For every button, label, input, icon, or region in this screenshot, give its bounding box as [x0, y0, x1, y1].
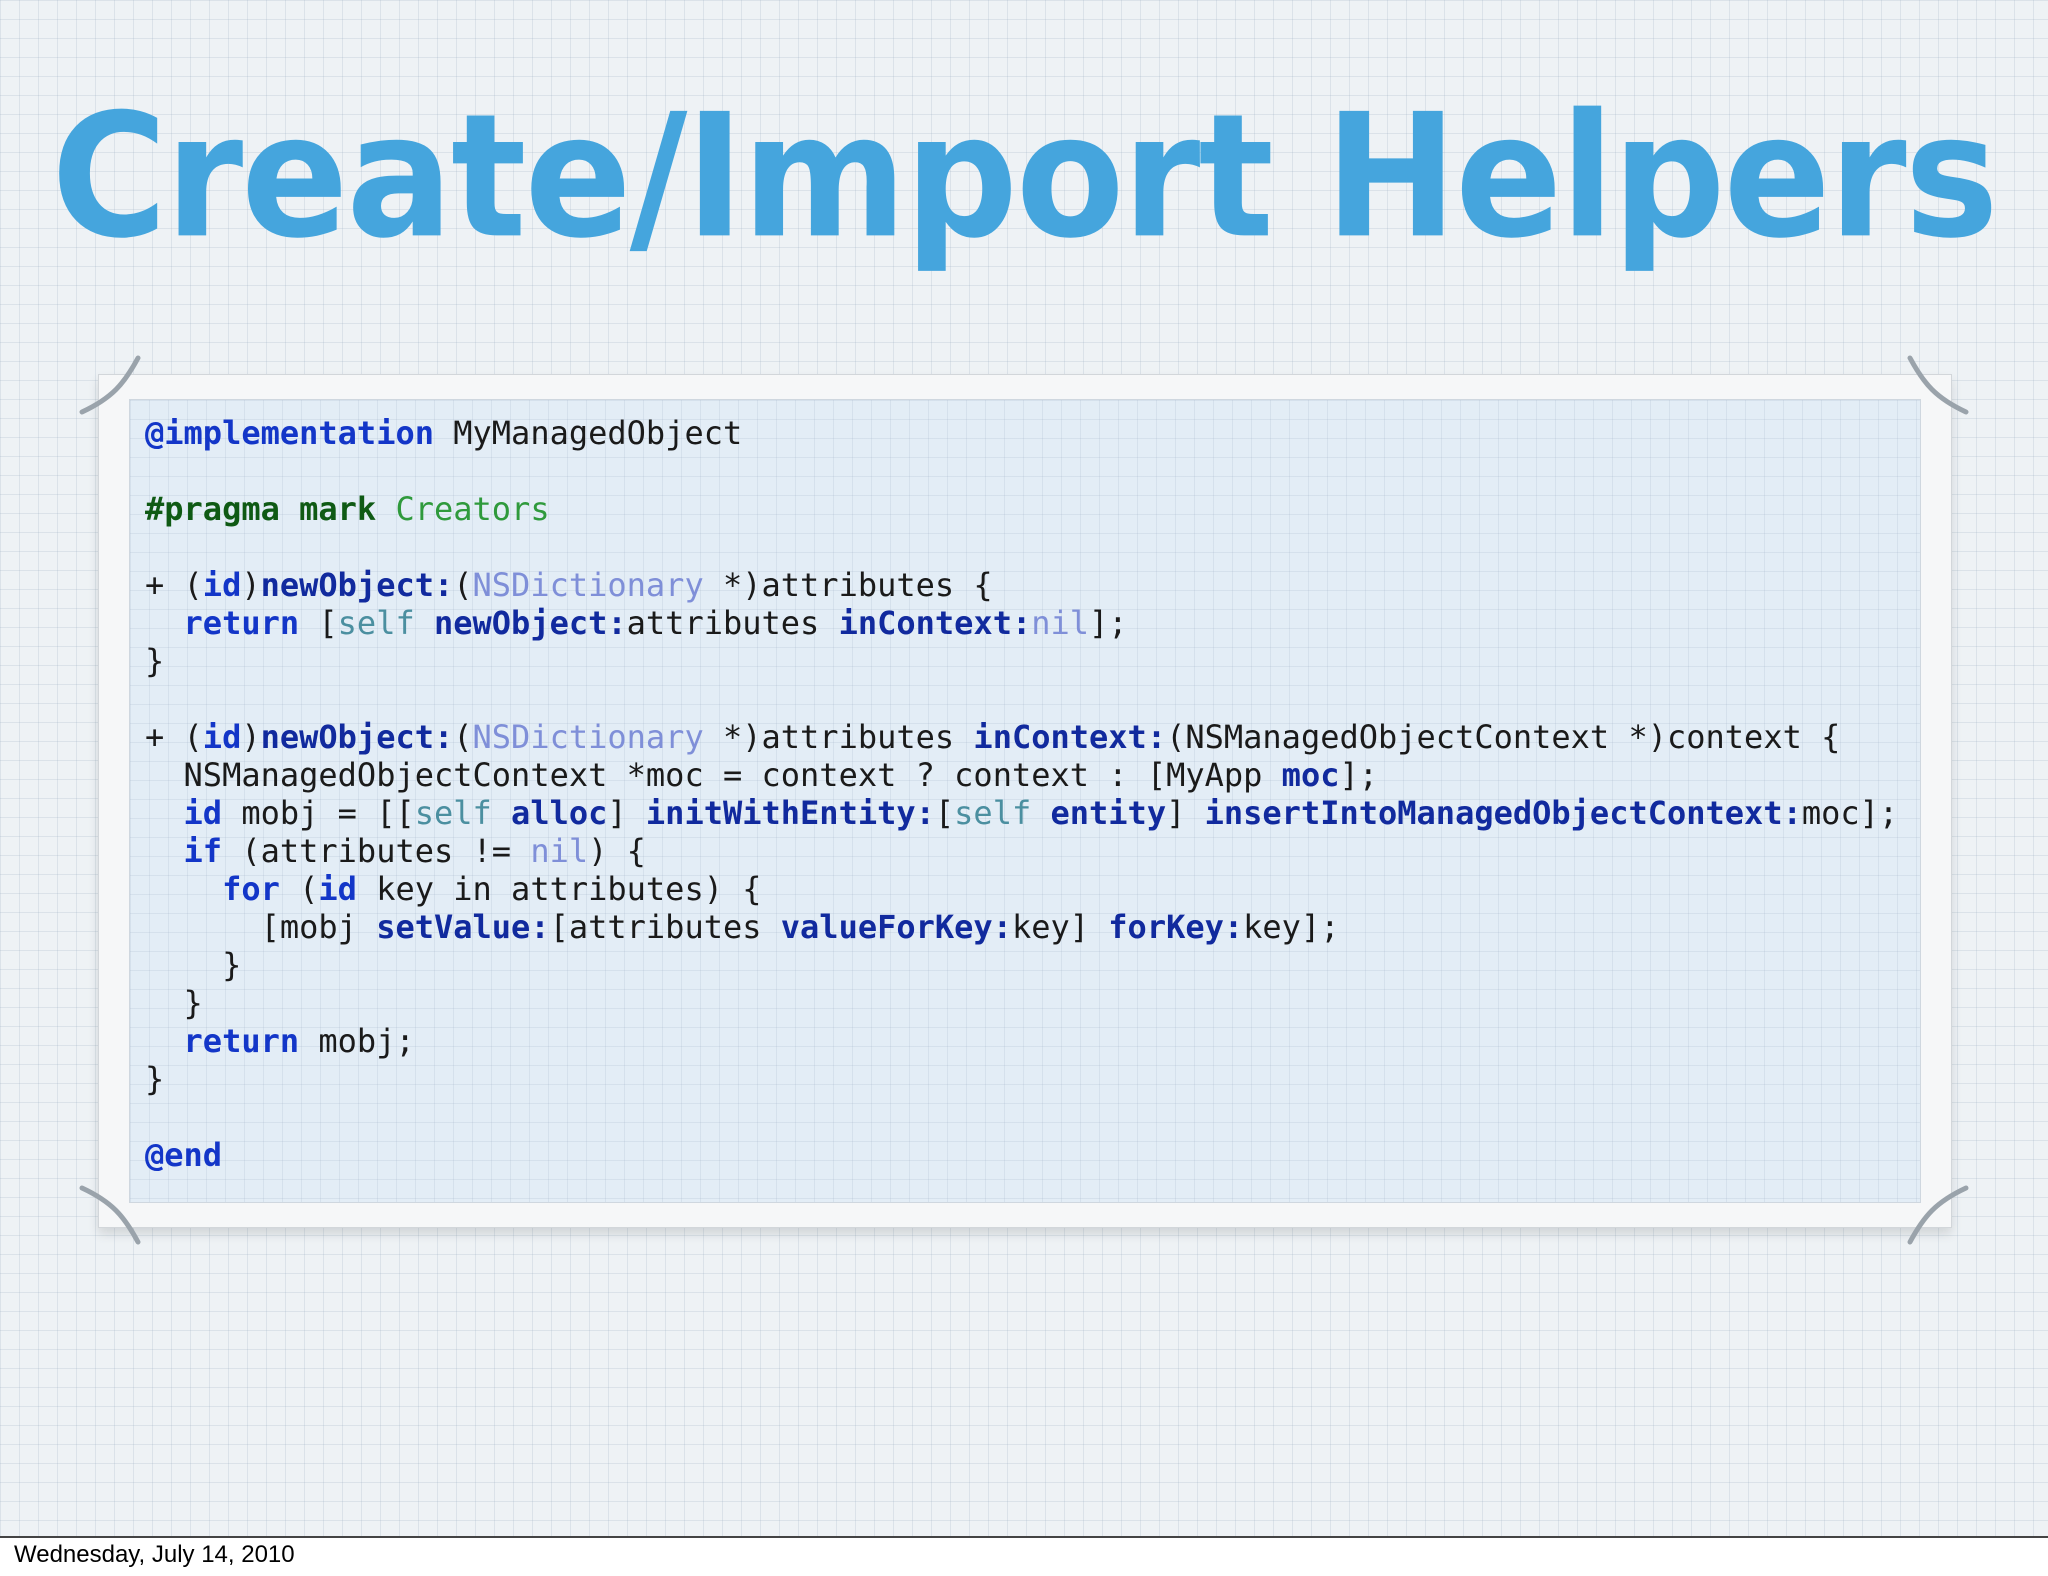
code-token: newObject:	[260, 566, 454, 604]
code-token: id	[202, 566, 242, 604]
code-token: *)attributes {	[703, 566, 993, 604]
code-token: for	[222, 870, 280, 908]
code-token: (	[453, 566, 473, 604]
code-token: }	[145, 946, 242, 984]
code-line: }	[145, 946, 1898, 984]
code-token: return	[183, 604, 300, 642]
code-token: forKey:	[1108, 908, 1244, 946]
code-token: inContext:	[973, 718, 1167, 756]
slide-title: Create/Import Helpers	[51, 77, 1998, 277]
code-token: }	[145, 1060, 165, 1098]
code-token: nil	[1031, 604, 1090, 642]
code-token: (	[279, 870, 319, 908]
code-line: + (id)newObject:(NSDictionary *)attribut…	[145, 718, 1898, 756]
code-token: ) {	[588, 832, 646, 870]
code-token: self	[414, 794, 492, 832]
code-token: + (	[145, 566, 203, 604]
code-line: + (id)newObject:(NSDictionary *)attribut…	[145, 566, 1898, 604]
code-token: mobj;	[299, 1022, 415, 1060]
code-token: ]	[1166, 794, 1205, 832]
code-token: moc];	[1801, 794, 1899, 832]
code-line: return mobj;	[145, 1022, 1898, 1060]
code-token: }	[145, 642, 165, 680]
code-token: moc	[1281, 756, 1340, 794]
code-token: key]	[1011, 908, 1109, 946]
slide: Create/Import Helpers @implementation My…	[0, 0, 2048, 1538]
code-line: for (id key in attributes) {	[145, 870, 1898, 908]
code-token: [	[299, 604, 338, 642]
code-token: nil	[530, 832, 589, 870]
code-token: Creators	[376, 490, 550, 528]
code-token: + (	[145, 718, 203, 756]
code-token: }	[145, 984, 203, 1022]
code-token: (attributes !=	[222, 832, 531, 870]
code-line: }	[145, 984, 1898, 1022]
code-line: @end	[145, 1136, 1898, 1174]
code-token: )	[241, 718, 261, 756]
code-line: return [self newObject:attributes inCont…	[145, 604, 1898, 642]
code-token: NSManagedObjectContext *moc = context ? …	[145, 756, 1282, 794]
code-token: [attributes	[549, 908, 781, 946]
code-token: [	[934, 794, 955, 832]
code-token: entity	[1050, 794, 1167, 832]
code-block: @implementation MyManagedObject #pragma m…	[145, 414, 1898, 1174]
code-token: id	[183, 794, 223, 832]
code-token: setValue:	[376, 908, 550, 946]
code-token: newObject:	[260, 718, 454, 756]
code-token: mobj = [[	[222, 794, 415, 832]
code-token: *)attributes	[703, 718, 974, 756]
code-line: [mobj setValue:[attributes valueForKey:k…	[145, 908, 1898, 946]
code-line: if (attributes != nil) {	[145, 832, 1898, 870]
code-token: alloc	[511, 794, 608, 832]
code-token: (	[453, 718, 473, 756]
code-token: inContext:	[838, 604, 1032, 642]
code-token: id	[318, 870, 357, 908]
code-token: id	[202, 718, 242, 756]
code-token: return	[183, 1022, 300, 1060]
code-token: (NSManagedObjectContext *)context {	[1166, 718, 1841, 756]
code-token: @end	[145, 1136, 223, 1174]
code-token: key in attributes) {	[356, 870, 762, 908]
code-line: @implementation MyManagedObject	[145, 414, 1898, 452]
code-line: NSManagedObjectContext *moc = context ? …	[145, 756, 1898, 794]
code-line: id mobj = [[self alloc] initWithEntity:[…	[145, 794, 1899, 832]
code-line: }	[145, 642, 1898, 680]
code-token: ]	[607, 794, 646, 832]
code-token: attributes	[626, 604, 839, 642]
code-line: }	[145, 1060, 1898, 1098]
code-token: )	[241, 566, 261, 604]
code-token: initWithEntity:	[645, 794, 935, 832]
code-token: key];	[1243, 908, 1340, 946]
code-token: ];	[1339, 756, 1378, 794]
code-token: self	[337, 604, 415, 642]
code-token: #pragma mark	[145, 490, 377, 528]
code-token: MyManagedObject	[433, 414, 743, 452]
code-token: insertIntoManagedObjectContext:	[1204, 794, 1802, 832]
code-token: newObject:	[433, 604, 627, 642]
code-token: @implementation	[145, 414, 434, 452]
code-token: [mobj	[145, 908, 377, 946]
code-token: if	[183, 832, 223, 870]
code-token: self	[954, 794, 1032, 832]
code-token: NSDictionary	[472, 566, 704, 604]
code-token: valueForKey:	[780, 908, 1012, 946]
code-token: ];	[1089, 604, 1128, 642]
footer-date: Wednesday, July 14, 2010	[14, 1541, 295, 1568]
code-token: NSDictionary	[472, 718, 704, 756]
code-line: #pragma mark Creators	[145, 490, 1898, 528]
